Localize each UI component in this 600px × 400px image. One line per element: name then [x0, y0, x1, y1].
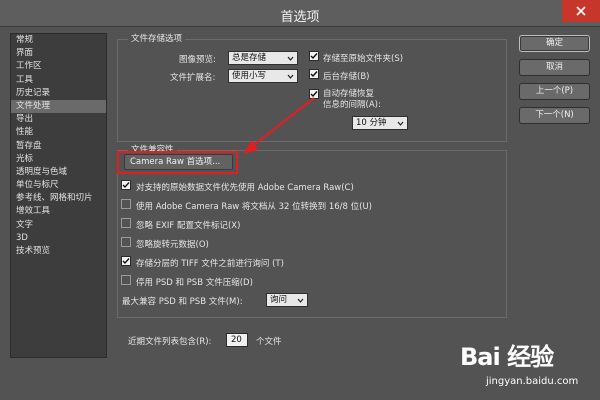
sidebar-item-3d[interactable]: 3D: [11, 232, 106, 245]
sidebar-item-cursors[interactable]: 光标: [11, 153, 106, 166]
watermark: Bai 经验 jingyan.baidu.com: [452, 333, 600, 395]
checkmark-icon: [122, 182, 130, 189]
sidebar-item-performance[interactable]: 性能: [11, 126, 106, 139]
sidebar-item-plugins[interactable]: 增效工具: [11, 205, 106, 218]
file-extension-label: 文件扩展名:: [170, 73, 216, 83]
cancel-button[interactable]: 取消: [519, 59, 590, 76]
image-preview-label: 图像预览:: [179, 55, 216, 65]
next-button[interactable]: 下一个(N): [519, 107, 590, 124]
watermark-url: jingyan.baidu.com: [486, 376, 579, 387]
sidebar-item-transparency[interactable]: 透明度与色域: [11, 166, 106, 179]
image-preview-value: 总是存储: [232, 53, 267, 63]
checkmark-icon: [310, 91, 318, 98]
close-button[interactable]: [562, 0, 600, 22]
ask-layered-tiff-checkbox[interactable]: [121, 256, 131, 266]
disable-psd-compression-checkbox[interactable]: [121, 275, 131, 285]
background-save-label: 后台存储(B): [323, 72, 370, 82]
sidebar-item-tools[interactable]: 工具: [11, 74, 106, 87]
sidebar-item-interface[interactable]: 界面: [11, 47, 106, 60]
sidebar-item-scratch-disks[interactable]: 暂存盘: [11, 140, 106, 153]
file-save-options-label: 文件存储选项: [128, 32, 186, 44]
recent-files-input[interactable]: 20: [226, 333, 248, 347]
max-compat-label: 最大兼容 PSD 和 PSB 文件(M):: [122, 297, 243, 307]
auto-save-interval-select[interactable]: 10 分钟: [352, 116, 408, 130]
sidebar-item-history[interactable]: 历史记录: [11, 87, 106, 100]
category-list[interactable]: 常规 界面 工作区 工具 历史记录 文件处理 导出 性能 暂存盘 光标 透明度与…: [10, 33, 107, 358]
image-preview-select[interactable]: 总是存储: [228, 51, 298, 65]
ignore-exif-checkbox[interactable]: [121, 218, 131, 228]
sidebar-item-type[interactable]: 文字: [11, 219, 106, 232]
baidu-jingyan-logo: Bai 经验: [460, 343, 554, 371]
max-compat-select[interactable]: 询问: [266, 293, 308, 307]
annotation-highlight-box: [117, 151, 238, 174]
prefer-camera-raw-checkbox[interactable]: [121, 180, 131, 190]
sidebar-item-general[interactable]: 常规: [11, 34, 106, 47]
disable-psd-compression-label: 停用 PSD 和 PSB 文件压缩(D): [136, 278, 253, 288]
recent-files-label: 近期文件列表包含(R):: [128, 337, 212, 347]
sidebar-item-export[interactable]: 导出: [11, 113, 106, 126]
chevron-down-icon: [297, 298, 304, 303]
prefer-camera-raw-label: 对支持的原始数据文件优先使用 Adobe Camera Raw(C): [136, 183, 354, 193]
ignore-rotation-label: 忽略旋转元数据(O): [136, 240, 209, 250]
max-compat-value: 询问: [270, 295, 288, 305]
checkmark-icon: [310, 71, 318, 78]
auto-save-label-line2: 信息的间隔(A):: [323, 100, 381, 110]
recent-files-unit: 个文件: [256, 337, 282, 347]
sidebar-item-guides-grid[interactable]: 参考线、网格和切片: [11, 192, 106, 205]
close-icon: [576, 6, 586, 16]
sidebar-item-file-handling[interactable]: 文件处理: [11, 99, 106, 114]
chevron-down-icon: [397, 121, 404, 126]
ignore-rotation-checkbox[interactable]: [121, 237, 131, 247]
checkmark-icon: [122, 258, 130, 265]
auto-save-interval-value: 10 分钟: [356, 118, 387, 128]
background-save-checkbox[interactable]: [309, 69, 319, 79]
chevron-down-icon: [287, 56, 294, 61]
sidebar-item-units-rulers[interactable]: 单位与标尺: [11, 179, 106, 192]
ok-button[interactable]: 确定: [519, 35, 590, 52]
ignore-exif-label: 忽略 EXIF 配置文件标记(X): [136, 221, 241, 231]
sidebar-item-tech-preview[interactable]: 技术预览: [11, 245, 106, 258]
ask-layered-tiff-label: 存储分层的 TIFF 文件之前进行询问 (T): [136, 259, 284, 269]
title-bar: 首选项: [0, 0, 600, 27]
save-original-folder-label: 存储至原始文件夹(S): [323, 54, 404, 64]
save-original-folder-checkbox[interactable]: [309, 51, 319, 61]
camera-raw-32bit-label: 使用 Adobe Camera Raw 将文档从 32 位转换到 16/8 位(…: [136, 202, 372, 212]
file-compatibility-group: [117, 150, 507, 318]
window-title: 首选项: [280, 10, 320, 25]
previous-button[interactable]: 上一个(P): [519, 83, 590, 100]
checkmark-icon: [310, 53, 318, 60]
chevron-down-icon: [287, 74, 294, 79]
sidebar-item-workspace[interactable]: 工作区: [11, 60, 106, 73]
auto-save-checkbox[interactable]: [309, 89, 319, 99]
camera-raw-32bit-checkbox[interactable]: [121, 199, 131, 209]
file-extension-select[interactable]: 使用小写: [228, 69, 298, 83]
file-extension-value: 使用小写: [232, 71, 267, 81]
